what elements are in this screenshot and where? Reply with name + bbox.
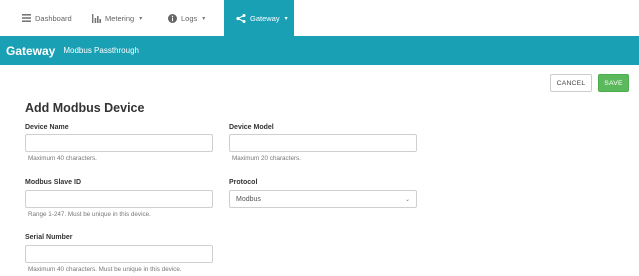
device-model-label: Device Model xyxy=(229,124,274,131)
serial-number-help: Maximum 40 characters. Must be unique in… xyxy=(28,266,182,273)
bar-chart-icon xyxy=(92,13,101,23)
page-header: Gateway Modbus Passthrough xyxy=(0,36,639,65)
nav-gateway[interactable]: Gateway ▾ xyxy=(224,0,294,36)
device-model-input[interactable] xyxy=(229,134,417,152)
chevron-down-icon: ⌄ xyxy=(404,196,410,203)
protocol-selected-value: Modbus xyxy=(236,195,261,203)
nav-logs[interactable]: Logs ▾ xyxy=(168,0,205,36)
nav-gateway-label: Gateway xyxy=(250,13,280,23)
nav-logs-label: Logs xyxy=(181,13,198,23)
form-title: Add Modbus Device xyxy=(25,101,145,115)
serial-number-input[interactable] xyxy=(25,245,213,263)
top-nav: Dashboard Metering ▾ Logs ▾ Gateway ▾ xyxy=(0,0,639,36)
nav-metering-label: Metering xyxy=(105,13,135,23)
cancel-button[interactable]: CANCEL xyxy=(550,74,592,92)
page-title: Gateway xyxy=(6,43,56,58)
nav-metering[interactable]: Metering ▾ xyxy=(92,0,142,36)
page-subtitle: Modbus Passthrough xyxy=(63,46,139,55)
slave-id-input[interactable] xyxy=(25,190,213,208)
nav-dashboard[interactable]: Dashboard xyxy=(22,0,72,36)
protocol-label: Protocol xyxy=(229,179,258,186)
serial-number-label: Serial Number xyxy=(25,234,73,241)
chevron-down-icon: ▾ xyxy=(202,15,206,22)
device-name-help: Maximum 40 characters. xyxy=(28,155,97,162)
chevron-down-icon: ▾ xyxy=(139,15,143,22)
chevron-down-icon: ▾ xyxy=(284,15,288,22)
list-icon xyxy=(22,14,31,22)
share-icon xyxy=(236,13,246,23)
nav-dashboard-label: Dashboard xyxy=(35,13,72,23)
slave-id-help: Range 1-247. Must be unique in this devi… xyxy=(28,211,151,218)
device-model-help: Maximum 20 characters. xyxy=(232,155,301,162)
protocol-select[interactable]: Modbus ⌄ xyxy=(229,190,417,208)
device-name-label: Device Name xyxy=(25,124,69,131)
slave-id-label: Modbus Slave ID xyxy=(25,179,82,186)
save-button[interactable]: SAVE xyxy=(598,74,629,92)
info-icon xyxy=(168,13,177,23)
device-name-input[interactable] xyxy=(25,134,213,152)
